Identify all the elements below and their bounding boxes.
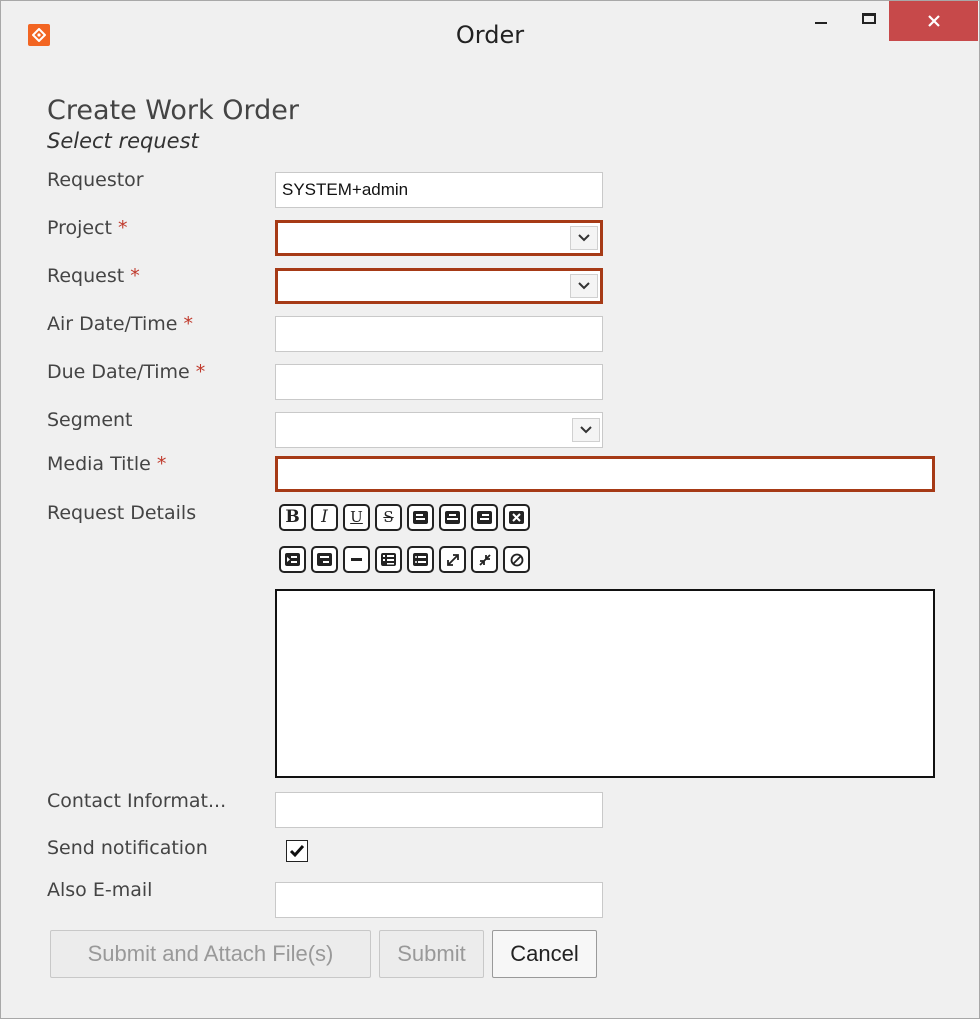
align-left-icon <box>413 511 428 524</box>
project-dropdown-button[interactable] <box>570 226 598 250</box>
bold-button[interactable]: B <box>279 504 306 531</box>
media-title-label: Media Title * <box>47 453 167 475</box>
expand-icon <box>446 553 459 566</box>
underline-button[interactable]: U <box>343 504 370 531</box>
project-label: Project * <box>47 217 128 239</box>
unordered-list-icon <box>413 553 428 566</box>
segment-label: Segment <box>47 409 133 431</box>
page-title: Create Work Order <box>47 95 299 126</box>
align-right-icon <box>477 511 492 524</box>
segment-dropdown-button[interactable] <box>572 418 600 442</box>
also-email-label: Also E-mail <box>47 879 153 901</box>
media-title-input[interactable] <box>275 456 935 492</box>
indent-button[interactable] <box>311 546 338 573</box>
chevron-down-icon <box>578 234 590 242</box>
horizontal-rule-button[interactable] <box>343 546 370 573</box>
outdent-button[interactable] <box>279 546 306 573</box>
title-bar[interactable]: Order <box>1 1 979 77</box>
editor-toolbar-row-2 <box>279 546 530 573</box>
contact-input[interactable] <box>275 792 603 828</box>
outdent-icon <box>285 553 300 566</box>
order-window: Order Create Work Order Select request R… <box>0 0 980 1019</box>
request-details-editor[interactable] <box>275 589 935 778</box>
collapse-icon <box>478 553 491 566</box>
minimize-button[interactable] <box>801 1 841 35</box>
italic-button[interactable]: I <box>311 504 338 531</box>
required-marker: * <box>118 217 128 239</box>
align-left-button[interactable] <box>407 504 434 531</box>
request-dropdown-button[interactable] <box>570 274 598 298</box>
checkmark-icon <box>289 845 305 858</box>
project-select[interactable] <box>275 220 603 256</box>
close-button[interactable] <box>889 1 978 41</box>
submit-attach-button[interactable]: Submit and Attach File(s) <box>50 930 371 978</box>
justify-button[interactable] <box>503 504 530 531</box>
required-marker: * <box>195 361 206 383</box>
required-marker: * <box>156 453 167 475</box>
align-right-button[interactable] <box>471 504 498 531</box>
required-marker: * <box>183 313 193 335</box>
air-date-input[interactable] <box>275 316 603 352</box>
requestor-label: Requestor <box>47 169 144 191</box>
unordered-list-button[interactable] <box>407 546 434 573</box>
send-notification-checkbox[interactable] <box>286 840 308 862</box>
air-date-label: Air Date/Time * <box>47 313 193 335</box>
segment-select[interactable] <box>275 412 603 448</box>
request-select[interactable] <box>275 268 603 304</box>
indent-icon <box>317 553 332 566</box>
ordered-list-button[interactable] <box>375 546 402 573</box>
submit-button[interactable]: Submit <box>379 930 484 978</box>
send-notification-label: Send notification <box>47 837 208 859</box>
align-center-button[interactable] <box>439 504 466 531</box>
clear-format-icon <box>510 553 523 566</box>
minimize-icon <box>815 22 827 24</box>
justify-icon <box>509 511 524 524</box>
also-email-input[interactable] <box>275 882 603 918</box>
request-details-label: Request Details <box>47 502 197 524</box>
editor-toolbar-row-1: B I U S <box>279 504 530 531</box>
collapse-button[interactable] <box>471 546 498 573</box>
page-subtitle: Select request <box>47 129 199 153</box>
chevron-down-icon <box>580 426 592 434</box>
horizontal-rule-icon <box>351 558 362 561</box>
due-date-input[interactable] <box>275 364 603 400</box>
chevron-down-icon <box>578 282 590 290</box>
cancel-button[interactable]: Cancel <box>492 930 597 978</box>
align-center-icon <box>445 511 460 524</box>
expand-button[interactable] <box>439 546 466 573</box>
maximize-icon <box>862 12 876 24</box>
contact-label: Contact Informat... <box>47 790 227 812</box>
due-date-label: Due Date/Time * <box>47 361 206 383</box>
ordered-list-icon <box>381 553 396 566</box>
maximize-button[interactable] <box>849 1 889 35</box>
required-marker: * <box>130 265 140 287</box>
strikethrough-button[interactable]: S <box>375 504 402 531</box>
close-icon <box>927 15 940 27</box>
request-label: Request * <box>47 265 140 287</box>
requestor-value: SYSTEM+admin <box>282 180 409 199</box>
clear-format-button[interactable] <box>503 546 530 573</box>
requestor-input[interactable]: SYSTEM+admin <box>275 172 603 208</box>
